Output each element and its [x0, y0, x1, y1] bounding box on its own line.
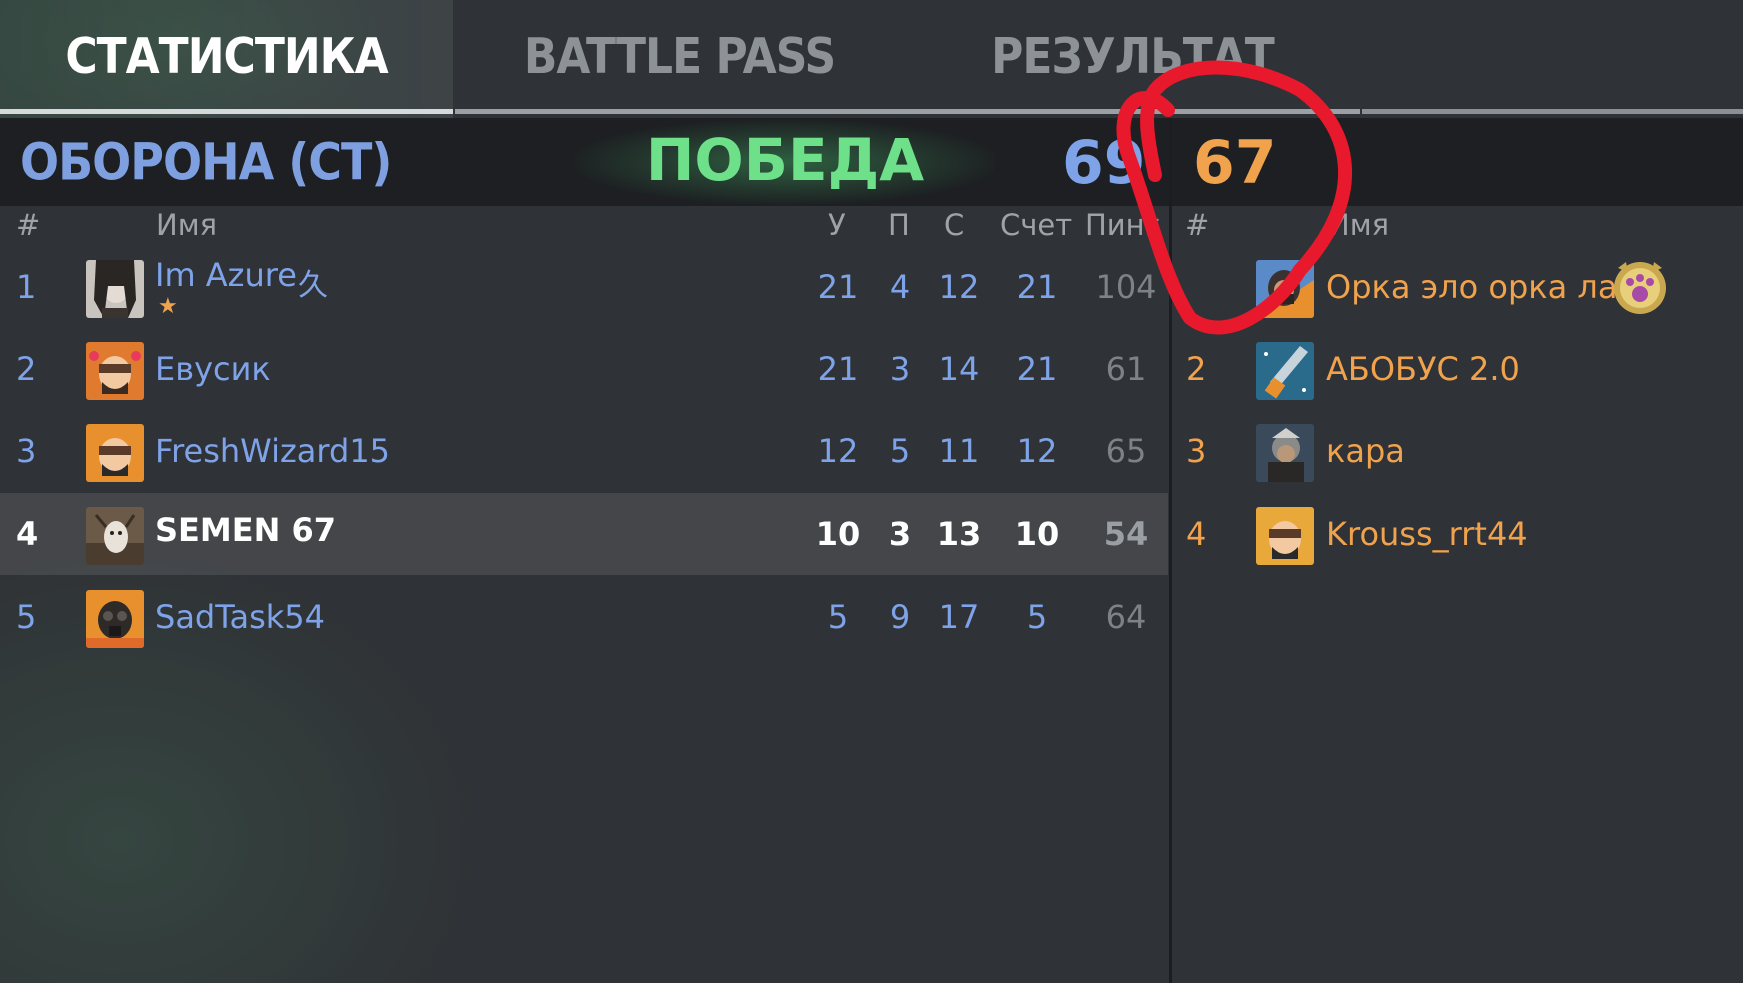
col-header-num: # — [16, 208, 41, 242]
player-row-t[interactable]: 3 кара — [1172, 410, 1743, 492]
score-t: 67 — [1193, 128, 1277, 198]
player-name: FreshWizard15 — [155, 432, 391, 470]
tab-battle-pass[interactable]: BATTLE PASS — [453, 0, 906, 119]
star-icon: ★ — [158, 294, 178, 319]
tab-statistics[interactable]: СТАТИСТИКА — [0, 0, 453, 119]
deaths: 4 — [889, 268, 911, 306]
team-header: ОБОРОНА (СТ) ПОБЕДА 69 67 — [0, 118, 1743, 206]
col-header-ping: Пинг — [1085, 208, 1160, 242]
ping: 65 — [1105, 432, 1147, 470]
score-ct: 69 — [1062, 128, 1146, 198]
match-result: ПОБЕДА — [645, 126, 925, 194]
avatar — [86, 424, 144, 482]
assists: 12 — [938, 268, 980, 306]
assists: 13 — [936, 515, 982, 553]
player-name: SEMEN 67 — [155, 511, 337, 549]
team-name: ОБОРОНА (СТ) — [20, 132, 392, 192]
assists: 17 — [938, 598, 980, 636]
ping: 64 — [1105, 598, 1147, 636]
score: 21 — [1016, 350, 1058, 388]
player-name: кара — [1326, 432, 1405, 470]
tab-underline-active — [0, 109, 453, 114]
player-name: Евусик — [155, 350, 271, 388]
player-row-self[interactable]: 4 SEMEN 67 10 3 13 10 54 — [0, 493, 1168, 575]
player-number: 3 — [16, 432, 37, 470]
avatar — [86, 342, 144, 400]
deaths: 3 — [889, 350, 911, 388]
player-number: 3 — [1186, 432, 1207, 470]
player-row[interactable]: 3 FreshWizard15 12 5 11 12 65 — [0, 410, 1168, 492]
deaths: 3 — [888, 515, 912, 553]
player-row-t[interactable]: Орка эло орка ла — [1172, 246, 1743, 328]
player-row[interactable]: 5 SadTask54 5 9 17 5 64 — [0, 576, 1168, 658]
score: 10 — [1014, 515, 1060, 553]
player-name: Krouss_rrt44 — [1326, 515, 1528, 553]
tab-bar: СТАТИСТИКА BATTLE PASS РЕЗУЛЬТАТ — [0, 0, 1743, 119]
col-header-kills: У — [828, 208, 846, 242]
player-number: 4 — [1186, 515, 1207, 553]
player-row-t[interactable]: 4 Krouss_rrt44 — [1172, 493, 1743, 575]
player-row-t[interactable]: 2 АБОБУС 2.0 — [1172, 328, 1743, 410]
col-header-num-t: # — [1185, 208, 1210, 242]
avatar — [86, 507, 144, 565]
player-number: 2 — [16, 350, 37, 388]
avatar — [86, 590, 144, 648]
deaths: 5 — [889, 432, 911, 470]
kills: 21 — [817, 268, 859, 306]
avatar — [1256, 260, 1314, 318]
assists: 14 — [938, 350, 980, 388]
player-name: SadTask54 — [155, 598, 326, 636]
kills: 12 — [817, 432, 859, 470]
col-header-assists: С — [944, 208, 965, 242]
player-row[interactable]: 2 Евусик 21 3 14 21 61 — [0, 328, 1168, 410]
avatar — [1256, 507, 1314, 565]
avatar — [1256, 342, 1314, 400]
kills: 5 — [827, 598, 849, 636]
ping: 104 — [1095, 268, 1157, 306]
player-name: АБОБУС 2.0 — [1326, 350, 1520, 388]
tab-result[interactable]: РЕЗУЛЬТАТ — [906, 0, 1359, 119]
kills: 21 — [817, 350, 859, 388]
player-number: 2 — [1186, 350, 1207, 388]
ping: 61 — [1105, 350, 1147, 388]
score: 12 — [1016, 432, 1058, 470]
player-number: 1 — [16, 268, 37, 306]
score: 21 — [1016, 268, 1058, 306]
kills: 10 — [815, 515, 861, 553]
player-number: 5 — [16, 598, 37, 636]
col-header-name-t: Имя — [1328, 208, 1390, 242]
player-name: Орка эло орка ла — [1326, 268, 1618, 306]
assists: 11 — [938, 432, 980, 470]
tab-underline — [455, 109, 1360, 114]
col-header-deaths: П — [888, 208, 910, 242]
tab-underline — [1362, 109, 1743, 114]
deaths: 9 — [889, 598, 911, 636]
score: 5 — [1026, 598, 1048, 636]
player-row[interactable]: 1 Im Azure 久 ★ 21 4 12 21 104 — [0, 246, 1168, 328]
player-number: 4 — [16, 515, 39, 553]
rank-icon: 久 — [298, 268, 328, 303]
avatar — [1256, 424, 1314, 482]
col-header-score: Счет — [1000, 208, 1073, 242]
paw-badge-icon — [1612, 258, 1668, 320]
ping: 54 — [1103, 515, 1149, 553]
avatar — [86, 260, 144, 318]
